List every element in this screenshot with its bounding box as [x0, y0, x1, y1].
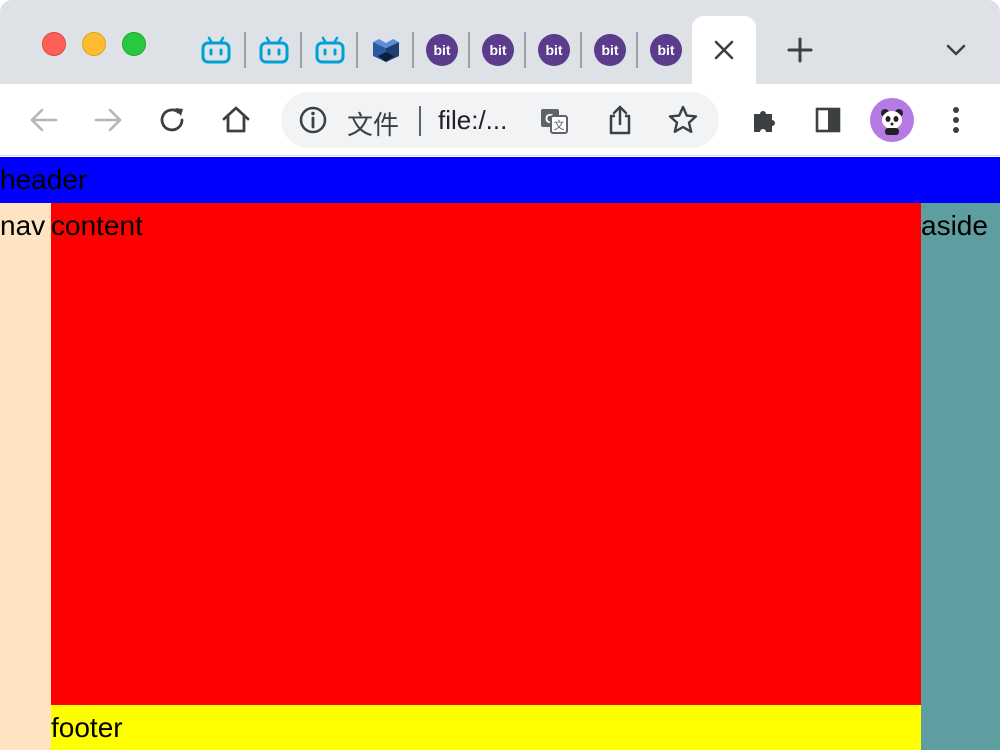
puzzle-icon: [754, 111, 775, 132]
chevron-down-icon: [946, 44, 966, 56]
info-icon[interactable]: [299, 106, 327, 134]
kebab-menu-icon: [953, 107, 959, 133]
tab-search-button[interactable]: [938, 30, 974, 70]
address-divider: [419, 106, 421, 136]
page-content: content: [51, 203, 921, 705]
minimize-window-button[interactable]: [82, 32, 106, 56]
svg-text:文: 文: [554, 118, 565, 132]
header-text: header: [0, 164, 88, 195]
extensions-button[interactable]: [744, 100, 784, 140]
footer-text: footer: [51, 712, 123, 743]
reload-button[interactable]: [152, 100, 192, 140]
maximize-window-button[interactable]: [122, 32, 146, 56]
bit-icon: bit: [482, 34, 514, 66]
url-text[interactable]: file:/...: [438, 105, 507, 136]
bit-icon: bit: [594, 34, 626, 66]
profile-avatar[interactable]: [870, 98, 914, 142]
page-viewport: header nav content aside footer: [0, 157, 1000, 750]
bilibili-icon: [315, 36, 345, 64]
nav-text: nav: [0, 210, 46, 241]
browser-tab[interactable]: bit: [638, 24, 694, 76]
book-icon: [373, 39, 399, 62]
browser-tab[interactable]: [246, 24, 302, 76]
browser-tab[interactable]: bit: [582, 24, 638, 76]
side-panel-button[interactable]: [808, 100, 848, 140]
page-aside: aside: [921, 203, 1000, 750]
translate-icon[interactable]: G 文: [539, 106, 569, 136]
bilibili-icon: [259, 36, 289, 64]
page-nav: nav: [0, 203, 51, 750]
home-button[interactable]: [216, 100, 256, 140]
back-button[interactable]: [24, 100, 64, 140]
browser-tab-strip: bit bit bit bit bit: [0, 0, 1000, 84]
home-icon: [222, 106, 250, 133]
browser-tab[interactable]: [302, 24, 358, 76]
share-icon[interactable]: [605, 104, 635, 136]
site-info-label[interactable]: 文件: [347, 105, 399, 142]
arrow-right-icon: [94, 108, 122, 132]
side-panel-icon: [815, 107, 841, 133]
bit-icon: bit: [538, 34, 570, 66]
page-header: header: [0, 157, 1000, 203]
bilibili-icon: [201, 36, 231, 64]
aside-text: aside: [921, 210, 988, 241]
plus-icon: [787, 37, 813, 63]
bit-icon: bit: [650, 34, 682, 66]
browser-tab[interactable]: bit: [470, 24, 526, 76]
browser-tab[interactable]: [358, 24, 414, 76]
browser-tab[interactable]: bit: [414, 24, 470, 76]
panda-avatar-icon: [881, 109, 903, 135]
bit-icon: bit: [426, 34, 458, 66]
browser-menu-button[interactable]: [936, 100, 976, 140]
active-tab[interactable]: [692, 16, 756, 84]
forward-button[interactable]: [88, 100, 128, 140]
browser-tab[interactable]: bit: [526, 24, 582, 76]
reload-icon: [160, 108, 184, 132]
arrow-left-icon: [30, 108, 58, 132]
close-tab-icon[interactable]: [713, 39, 735, 61]
content-text: content: [51, 210, 143, 241]
star-icon[interactable]: [667, 104, 699, 136]
page-footer: footer: [51, 705, 921, 750]
browser-toolbar: 文件 file:/... G 文: [0, 84, 1000, 156]
browser-tab[interactable]: [188, 24, 244, 76]
address-bar[interactable]: 文件 file:/... G 文: [281, 92, 719, 148]
new-tab-button[interactable]: [780, 30, 820, 70]
close-window-button[interactable]: [42, 32, 66, 56]
